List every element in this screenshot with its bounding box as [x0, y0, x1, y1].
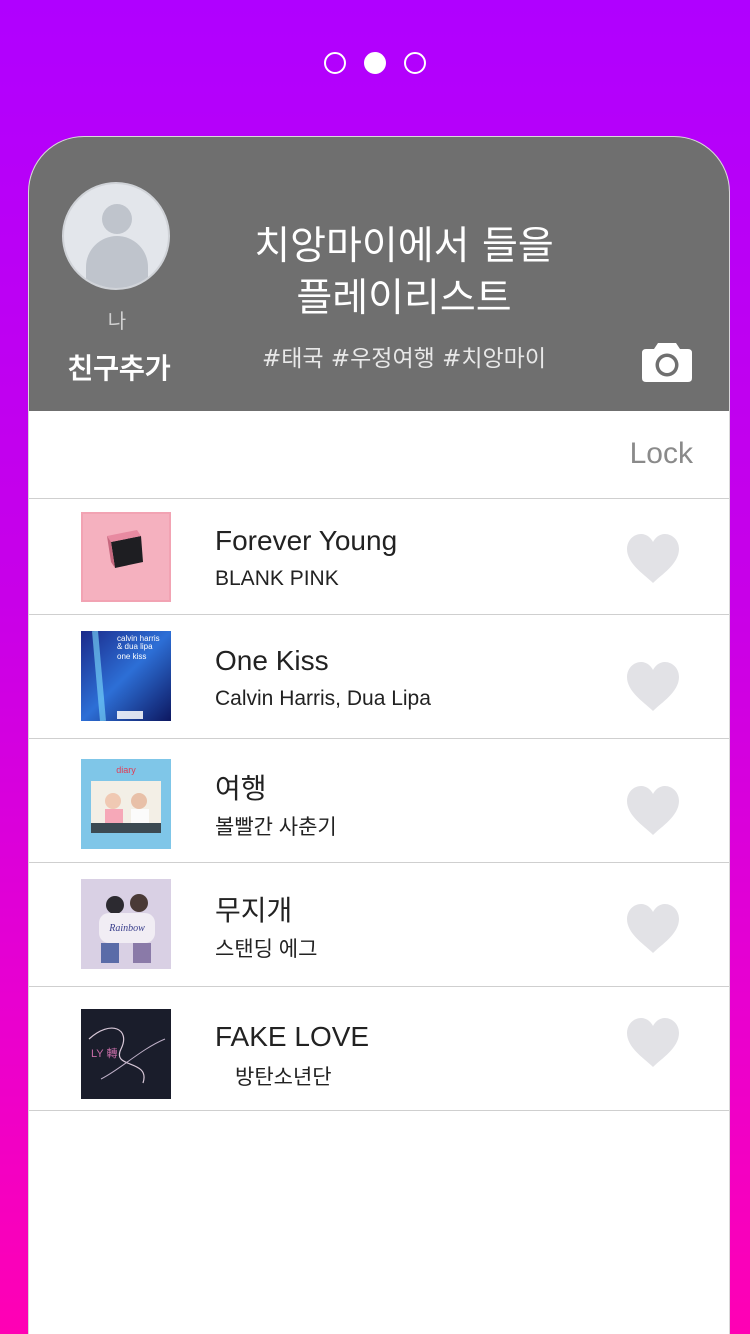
album-art-travel: diary: [81, 759, 171, 849]
song-title: Forever Young: [215, 525, 398, 556]
avatar-body-icon: [86, 236, 148, 288]
song-artist: 방탄소년단: [235, 1066, 332, 1089]
album-art-rainbow: Rainbow: [81, 879, 171, 969]
heart-icon[interactable]: [625, 1017, 681, 1069]
heart-icon[interactable]: [625, 903, 681, 955]
song-artist: BLANK PINK: [215, 567, 339, 590]
page-dot-1[interactable]: [324, 52, 346, 74]
art-text-travel: diary: [116, 765, 136, 775]
album-art-fake-love: LY 轉: [81, 1009, 171, 1099]
playlist-header: 나 친구추가 치앙마이에서 들을 플레이리스트 #태국 #우정여행 #치앙마이: [29, 137, 729, 411]
song-title: FAKE LOVE: [215, 1021, 370, 1052]
avatar-head-icon: [102, 204, 132, 234]
album-art-forever-young: [81, 512, 171, 602]
song-row[interactable]: Forever Young BLANK PINK: [29, 499, 729, 615]
song-row[interactable]: Rainbow 무지개 스탠딩 에그: [29, 863, 729, 987]
page-dot-3[interactable]: [404, 52, 426, 74]
art-text-one-kiss-3: one kiss: [117, 652, 146, 661]
heart-icon[interactable]: [625, 661, 681, 713]
song-artist: 볼빨간 사춘기: [215, 816, 337, 839]
camera-icon[interactable]: [641, 339, 693, 383]
playlist-tags: #태국 #우정여행 #치앙마이: [261, 346, 547, 372]
page-indicator: [0, 52, 750, 74]
playlist-title: 치앙마이에서 들을 플레이리스트: [199, 221, 609, 325]
art-text-one-kiss-2: & dua lipa: [117, 642, 153, 651]
add-friend-button[interactable]: 친구추가: [59, 347, 179, 387]
avatar[interactable]: [62, 182, 170, 290]
art-text-fake-love: LY 轉: [91, 1047, 118, 1060]
album-art-one-kiss: calvin harris & dua lipa one kiss: [81, 631, 171, 721]
heart-icon[interactable]: [625, 785, 681, 837]
playlist-title-line1: 치앙마이에서 들을: [254, 224, 554, 269]
song-artist: Calvin Harris, Dua Lipa: [215, 687, 431, 710]
playlist-card: 나 친구추가 치앙마이에서 들을 플레이리스트 #태국 #우정여행 #치앙마이 …: [28, 136, 730, 1334]
song-row[interactable]: diary 여행 볼빨간 사춘기: [29, 739, 729, 863]
art-text-rainbow: Rainbow: [108, 923, 145, 934]
song-list: Forever Young BLANK PINK calvin harris &: [29, 499, 729, 1111]
me-label: 나: [107, 309, 127, 333]
lock-button[interactable]: Lock: [630, 437, 693, 471]
page-dot-2-active[interactable]: [364, 52, 386, 74]
song-row[interactable]: calvin harris & dua lipa one kiss One Ki…: [29, 615, 729, 739]
song-title: One Kiss: [215, 645, 329, 676]
song-title: 무지개: [215, 895, 293, 926]
heart-icon[interactable]: [625, 533, 681, 585]
playlist-title-line2: 플레이리스트: [296, 276, 512, 321]
song-title: 여행: [215, 773, 267, 804]
song-row[interactable]: LY 轉 FAKE LOVE 방탄소년단: [29, 987, 729, 1111]
song-artist: 스탠딩 에그: [215, 938, 318, 961]
lock-bar: Lock: [29, 411, 729, 499]
